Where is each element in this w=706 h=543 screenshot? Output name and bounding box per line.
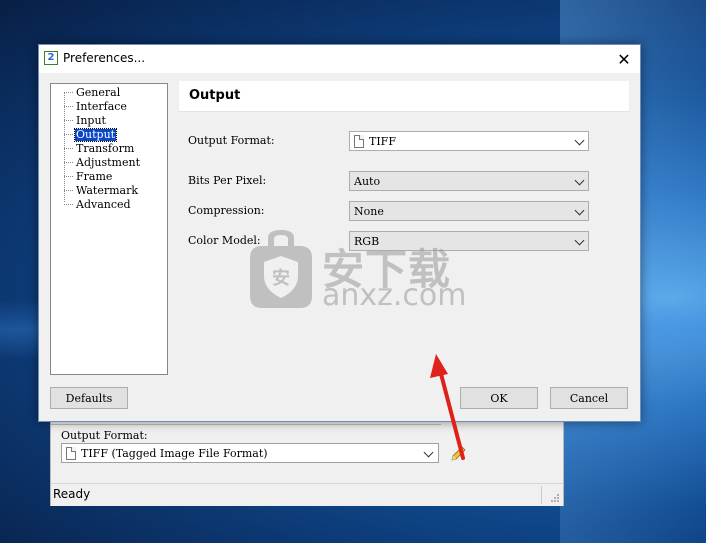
bits-per-pixel-select[interactable]: Auto	[349, 171, 589, 191]
panel-header: Output	[179, 81, 629, 112]
watermark-logo: 安 安下载 anxz.com	[246, 230, 467, 313]
panel-title: Output	[189, 88, 241, 103]
tree-item-label: Watermark	[76, 183, 139, 197]
tree-item-frame[interactable]: Frame	[64, 170, 113, 183]
svg-text:安: 安	[272, 267, 290, 289]
tree-item-label: General	[76, 85, 121, 99]
tree-item-input[interactable]: Input	[64, 114, 107, 127]
chevron-down-icon	[574, 235, 585, 246]
main-output-format-label: Output Format:	[61, 429, 148, 442]
tree-item-general[interactable]: General	[64, 86, 121, 99]
bits-per-pixel-value: Auto	[354, 174, 381, 188]
compression-value: None	[354, 204, 384, 218]
ok-button[interactable]: OK	[460, 387, 538, 409]
compression-select[interactable]: None	[349, 201, 589, 221]
tree-item-transform[interactable]: Transform	[64, 142, 135, 155]
tree-item-output[interactable]: Output	[64, 127, 118, 142]
chevron-down-icon	[574, 135, 585, 146]
preferences-tree: General Interface Input Output Transform…	[50, 83, 168, 375]
tree-item-advanced[interactable]: Advanced	[64, 198, 132, 211]
output-format-label: Output Format:	[188, 134, 275, 147]
main-output-format-value: TIFF (Tagged Image File Format)	[81, 446, 268, 460]
main-window: Output Format: TIFF (Tagged Image File F…	[50, 418, 564, 506]
main-output-format-select[interactable]: TIFF (Tagged Image File Format)	[61, 443, 439, 463]
output-format-select[interactable]: TIFF	[349, 131, 589, 151]
watermark-domain-text: anxz.com	[322, 278, 467, 313]
tree-item-label: Output	[73, 127, 118, 142]
document-icon	[354, 134, 364, 148]
defaults-button[interactable]: Defaults	[50, 387, 128, 409]
tree-item-label: Frame	[76, 169, 113, 183]
tree-item-interface[interactable]: Interface	[64, 100, 128, 113]
shield-icon: 安	[250, 230, 312, 308]
chevron-down-icon	[423, 447, 434, 458]
tree-item-adjustment[interactable]: Adjustment	[64, 156, 141, 169]
app-icon: 2	[44, 51, 58, 65]
status-bar: Ready	[51, 483, 563, 506]
dialog-titlebar[interactable]: 2 Preferences... ✕	[39, 45, 640, 73]
output-format-value: TIFF	[369, 134, 396, 148]
close-button[interactable]: ✕	[608, 45, 640, 73]
tree-item-watermark[interactable]: Watermark	[64, 184, 139, 197]
compression-label: Compression:	[188, 204, 265, 217]
document-icon	[66, 446, 76, 460]
chevron-down-icon	[574, 205, 585, 216]
tree-item-label: Interface	[76, 99, 127, 113]
bits-per-pixel-label: Bits Per Pixel:	[188, 174, 267, 187]
status-separator	[541, 486, 542, 504]
chevron-down-icon	[574, 175, 585, 186]
cancel-button[interactable]: Cancel	[550, 387, 628, 409]
tree-item-label: Advanced	[76, 197, 131, 211]
dialog-title: Preferences...	[63, 51, 146, 65]
tree-item-label: Adjustment	[76, 155, 140, 169]
status-text: Ready	[53, 487, 91, 501]
tree-item-label: Input	[76, 113, 106, 127]
resize-grip-icon[interactable]	[550, 493, 560, 503]
pencil-icon[interactable]	[449, 445, 467, 463]
tree-item-label: Transform	[76, 141, 135, 155]
